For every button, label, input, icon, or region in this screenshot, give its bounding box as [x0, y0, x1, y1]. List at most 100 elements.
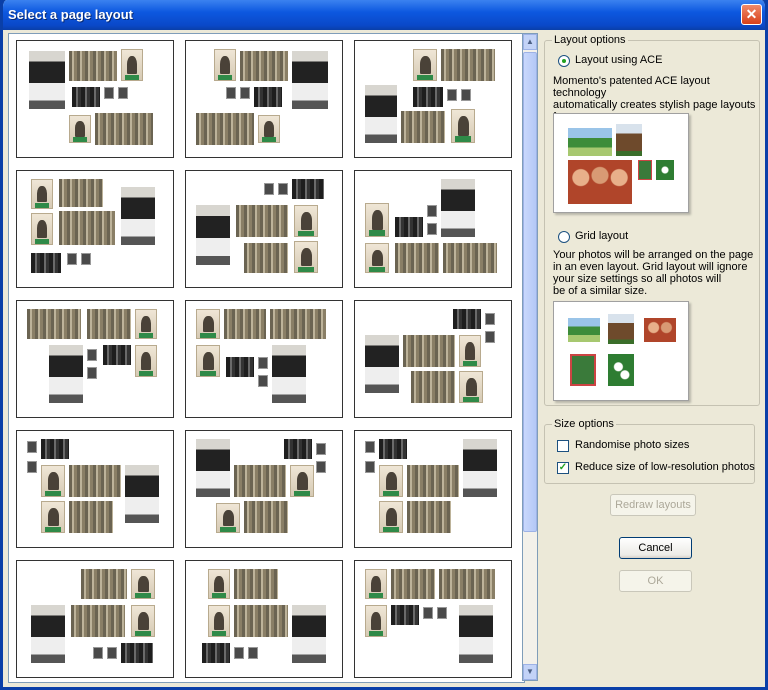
photo [258, 375, 268, 387]
randomise-photo-sizes-label[interactable]: Randomise photo sizes [575, 439, 689, 451]
photo [196, 205, 230, 265]
photo [118, 87, 128, 99]
photo [87, 349, 97, 361]
photo [284, 439, 312, 459]
photo [81, 253, 91, 265]
scrollbar-thumb[interactable] [523, 52, 537, 532]
layout-thumbnail[interactable] [354, 430, 512, 548]
ace-layout-preview [553, 113, 689, 213]
layout-thumbnail[interactable] [354, 300, 512, 418]
photo [226, 357, 254, 377]
ace-layout-label[interactable]: Layout using ACE [575, 54, 662, 66]
photo [316, 443, 326, 455]
layout-thumbnail-list[interactable] [8, 33, 525, 683]
photo [135, 345, 157, 377]
cancel-button[interactable]: Cancel [619, 537, 692, 559]
photo [395, 217, 423, 237]
photo [234, 605, 288, 637]
layout-thumbnail[interactable] [354, 560, 512, 678]
photo [131, 605, 155, 637]
photo [427, 223, 437, 235]
layout-thumbnail[interactable] [16, 170, 174, 288]
photo [427, 205, 437, 217]
grid-layout-description: Your photos will be arranged on the page… [553, 249, 754, 297]
photo [608, 354, 634, 386]
photo [365, 569, 387, 599]
photo [365, 441, 375, 453]
photo [224, 309, 266, 339]
photo [437, 607, 447, 619]
close-icon[interactable]: ✕ [741, 4, 762, 25]
photo [31, 213, 53, 245]
photo [365, 243, 389, 273]
photo [365, 85, 397, 143]
photo [31, 253, 61, 273]
photo [411, 371, 455, 403]
grid-layout-radio[interactable] [558, 231, 570, 243]
photo [196, 309, 220, 339]
photo [316, 461, 326, 473]
photo [208, 569, 230, 599]
scroll-down-icon[interactable]: ▼ [523, 664, 537, 680]
layout-thumbnail[interactable] [185, 300, 343, 418]
photo [272, 345, 306, 403]
layout-thumbnail[interactable] [185, 430, 343, 548]
photo [208, 605, 230, 637]
photo [216, 503, 240, 533]
randomise-photo-sizes-checkbox[interactable] [557, 440, 569, 452]
photo [423, 607, 433, 619]
layout-thumbnail[interactable] [16, 430, 174, 548]
vertical-scrollbar[interactable]: ▲ ▼ [522, 33, 538, 681]
layout-thumbnail[interactable] [16, 300, 174, 418]
layout-thumbnail[interactable] [354, 40, 512, 158]
reduce-low-res-checkbox[interactable]: ✓ [557, 462, 569, 474]
photo [31, 605, 65, 663]
photo [69, 115, 91, 143]
photo [447, 89, 457, 101]
layout-thumbnail[interactable] [354, 170, 512, 288]
photo [240, 51, 288, 81]
photo [196, 439, 230, 497]
photo [270, 309, 326, 339]
photo [27, 441, 37, 453]
photo [365, 335, 399, 393]
layout-thumbnail[interactable] [16, 40, 174, 158]
photo [202, 643, 230, 663]
photo [59, 179, 103, 207]
title-bar[interactable]: Select a page layout ✕ [3, 0, 765, 30]
photo [121, 643, 153, 663]
photo [87, 367, 97, 379]
photo [67, 253, 77, 265]
photo [365, 203, 389, 237]
photo [27, 309, 81, 339]
photo [49, 345, 83, 403]
photo [292, 51, 328, 109]
photo [254, 87, 282, 107]
scroll-up-icon[interactable]: ▲ [523, 34, 537, 50]
photo [413, 87, 443, 107]
select-page-layout-dialog: Select a page layout ✕ ▲ ▼ Layout option… [0, 0, 768, 690]
photo [407, 465, 459, 497]
redraw-layouts-button[interactable]: Redraw layouts [610, 494, 696, 516]
photo [294, 241, 318, 273]
photo [568, 160, 632, 204]
grid-layout-label[interactable]: Grid layout [575, 230, 628, 242]
photo [41, 501, 65, 533]
layout-thumbnail[interactable] [185, 170, 343, 288]
photo [121, 49, 143, 81]
photo [608, 314, 634, 344]
photo [379, 465, 403, 497]
photo [258, 115, 280, 143]
ace-layout-radio[interactable] [558, 55, 570, 67]
layout-thumbnail[interactable] [16, 560, 174, 678]
size-options-legend: Size options [552, 418, 616, 430]
photo [104, 87, 114, 99]
photo [459, 371, 483, 403]
ok-button[interactable]: OK [619, 570, 692, 592]
layout-thumbnail[interactable] [185, 560, 343, 678]
layout-options-legend: Layout options [552, 34, 628, 46]
photo [125, 465, 159, 523]
reduce-low-res-label[interactable]: Reduce size of low-resolution photos [575, 461, 755, 473]
photo [459, 605, 493, 663]
layout-thumbnail[interactable] [185, 40, 343, 158]
